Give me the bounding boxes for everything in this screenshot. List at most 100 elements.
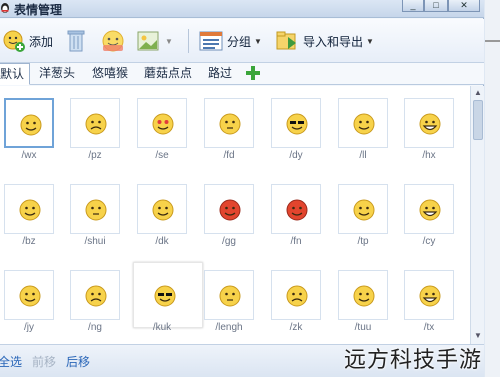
emoticon-cell[interactable]: /zk [271,270,321,336]
minimize-button[interactable]: _ [402,0,424,12]
emoticon-cell[interactable]: /fn [271,184,321,250]
emoticon-face-icon [353,199,375,221]
emoticon-code-label: /hx [422,150,436,161]
emoticon-face-icon [286,113,308,135]
image-menu-button[interactable]: ▼ [136,27,173,55]
emoticon-cell[interactable]: /se [137,98,187,164]
emoticon-face-icon [85,285,107,307]
emoticon-cell[interactable]: /dk [137,184,187,250]
watermark-text: 远方科技手游 [344,348,483,373]
emoticon-grid: /wx/pz/se/fd/dy/ll/hx/bz/shui/dk/gg/fn/t… [0,86,470,344]
emoticon-thumbnail[interactable] [271,184,321,234]
delete-button[interactable] [64,27,88,55]
tab-onion-head[interactable]: 洋葱头 [36,63,78,85]
emoticon-cell[interactable]: /tuu [338,270,388,336]
emoticon-thumbnail[interactable] [4,98,54,148]
move-forward-link[interactable]: 前移 [32,353,56,370]
toolbar: 添加 ▼ 分组 ▼ 导入和导出 ▼ [0,19,484,63]
emoticon-manager-window: 表情管理 _ □ ✕ 添加 ▼ 分组 ▼ 导入和导出 ▼ 默认 洋葱头 悠嘻猴 … [0,0,484,377]
emoticon-thumbnail[interactable] [204,98,254,148]
emoticon-code-label: /cy [422,236,436,247]
group-label: 分组 [227,34,252,49]
edit-emoticon-button[interactable] [100,27,126,55]
emoticon-face-icon [286,199,308,221]
emoticon-cell[interactable]: /tx [404,270,454,336]
emoticon-thumbnail[interactable] [404,98,454,148]
emoticon-cell[interactable]: /dy [271,98,321,164]
emoticon-thumbnail[interactable] [137,98,187,148]
emoticon-code-label: /dk [155,236,169,247]
tab-youxihou[interactable]: 悠嘻猴 [89,63,131,85]
emoticon-thumbnail[interactable] [404,270,454,320]
add-group-icon[interactable] [246,66,260,80]
emoticon-code-label: /fd [223,150,235,161]
emoticon-cell[interactable]: /bz [4,184,54,250]
emoticon-cell[interactable]: /wx [4,98,54,164]
emoticon-code-label: /jy [24,322,34,333]
emoticon-cell[interactable]: /gg [204,184,254,250]
emoticon-cell[interactable]: /cy [404,184,454,250]
emoticon-thumbnail[interactable] [204,184,254,234]
emoticon-thumbnail[interactable] [338,184,388,234]
emoticon-face-icon [85,113,107,135]
emoticon-code-label: /tp [357,236,369,247]
emoticon-cell[interactable]: /tp [338,184,388,250]
emoticon-code-label: /se [155,150,169,161]
emoticon-cell[interactable]: /ll [338,98,388,164]
emoticon-face-icon [154,285,176,307]
emoticon-cell[interactable]: /jy [4,270,54,336]
emoticon-cell[interactable]: /hx [404,98,454,164]
toolbar-separator [188,29,189,53]
import-export-label: 导入和导出 [303,34,364,49]
title-bar[interactable]: 表情管理 _ □ ✕ [0,0,484,18]
chevron-down-icon: ▼ [366,36,374,46]
emoticon-thumbnail[interactable] [4,270,54,320]
emoticon-thumbnail[interactable] [338,270,388,320]
emoticon-thumbnail[interactable] [70,184,120,234]
emoticon-thumbnail[interactable] [137,184,187,234]
emoticon-thumbnail[interactable] [4,184,54,234]
qq-penguin-icon [1,3,9,13]
tab-default[interactable]: 默认 [0,63,30,85]
emoticon-face-icon [419,285,441,307]
emoticon-face-icon [353,113,375,135]
emoticon-thumbnail[interactable] [204,270,254,320]
import-export-button[interactable]: 导入和导出 ▼ [274,27,374,55]
chevron-down-icon: ▼ [165,36,173,46]
emoticon-thumbnail[interactable] [70,98,120,148]
add-button[interactable]: 添加 [2,27,53,55]
emoticon-thumbnail[interactable] [133,262,203,328]
emoticon-code-label: /kuk [152,322,172,333]
emoticon-cell[interactable]: /fd [204,98,254,164]
tab-mogu[interactable]: 蘑菇点点 [141,63,195,85]
emoticon-face-icon [219,285,241,307]
emoticon-cell[interactable]: /shui [70,184,120,250]
emoticon-cell[interactable]: /kuk [133,262,203,336]
emoticon-cell[interactable]: /lengh [204,270,254,336]
close-button[interactable]: ✕ [448,0,480,12]
emoticon-code-label: /zk [289,322,303,333]
move-back-link[interactable]: 后移 [66,353,90,370]
emoticon-face-icon [419,199,441,221]
scroll-down-icon[interactable]: ▼ [473,331,483,341]
emoticon-code-label: /fn [290,236,302,247]
add-label: 添加 [29,34,54,49]
emoticon-thumbnail[interactable] [70,270,120,320]
emoticon-thumbnail[interactable] [338,98,388,148]
emoticon-code-label: /ll [359,150,367,161]
emoticon-face-icon [353,285,375,307]
tab-luguo[interactable]: 路过 [205,63,235,85]
emoticon-cell[interactable]: /pz [70,98,120,164]
emoticon-cell[interactable]: /ng [70,270,120,336]
emoticon-thumbnail[interactable] [404,184,454,234]
trash-icon [67,30,85,52]
emoticon-code-label: /tx [423,322,435,333]
scrollbar[interactable]: ▲ ▼ [470,86,484,344]
group-button[interactable]: 分组 ▼ [198,27,262,55]
maximize-button[interactable]: □ [424,0,448,12]
scrollbar-thumb[interactable] [473,100,483,140]
emoticon-thumbnail[interactable] [271,98,321,148]
emoticon-thumbnail[interactable] [271,270,321,320]
scroll-up-icon[interactable]: ▲ [473,88,483,98]
select-all-link[interactable]: 全选 [0,353,22,370]
